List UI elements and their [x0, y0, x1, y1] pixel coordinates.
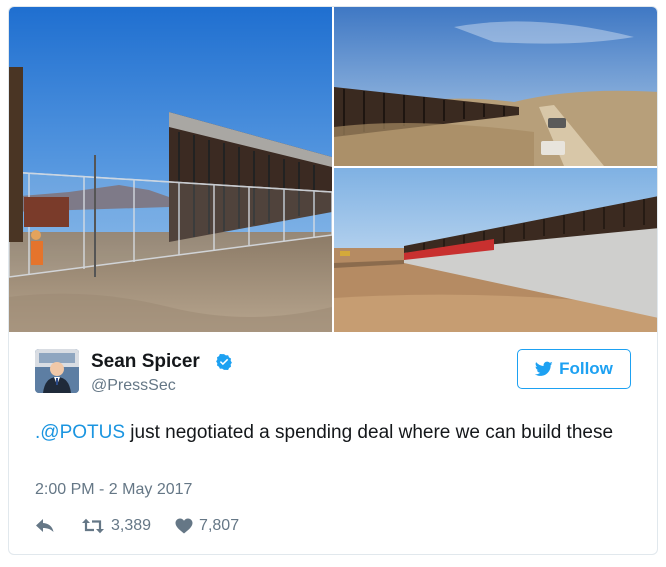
verified-badge-icon [216, 353, 232, 371]
border-wall-photo-3[interactable] [334, 168, 657, 332]
follow-button[interactable]: Follow [517, 349, 631, 389]
retweet-button[interactable]: 3,389 [81, 517, 151, 535]
tweet-text: .@POTUS just negotiated a spending deal … [35, 419, 615, 447]
mention-link[interactable]: .@POTUS [35, 422, 125, 443]
tweet-actions: 3,389 7,807 [35, 515, 239, 537]
tweet-card: Sean Spicer @PressSec Follow .@POTUS jus… [8, 6, 658, 555]
border-wall-photo-1[interactable] [9, 7, 332, 332]
author-handle[interactable]: @PressSec [91, 377, 176, 395]
reply-button[interactable] [35, 518, 55, 534]
heart-icon [175, 518, 193, 534]
tweet-body: just negotiated a spending deal where we… [125, 422, 614, 443]
twitter-bird-icon [535, 361, 553, 376]
like-count: 7,807 [199, 517, 240, 534]
tweet-timestamp[interactable]: 2:00 PM - 2 May 2017 [35, 481, 192, 499]
border-wall-photo-2[interactable] [334, 7, 657, 166]
author-name[interactable]: Sean Spicer [91, 351, 200, 373]
tweet-media [9, 7, 657, 332]
retweet-count: 3,389 [111, 517, 152, 534]
retweet-icon [82, 518, 104, 534]
reply-icon [36, 519, 54, 532]
avatar[interactable] [35, 349, 79, 393]
like-button[interactable]: 7,807 [175, 517, 239, 535]
follow-label: Follow [559, 359, 613, 378]
